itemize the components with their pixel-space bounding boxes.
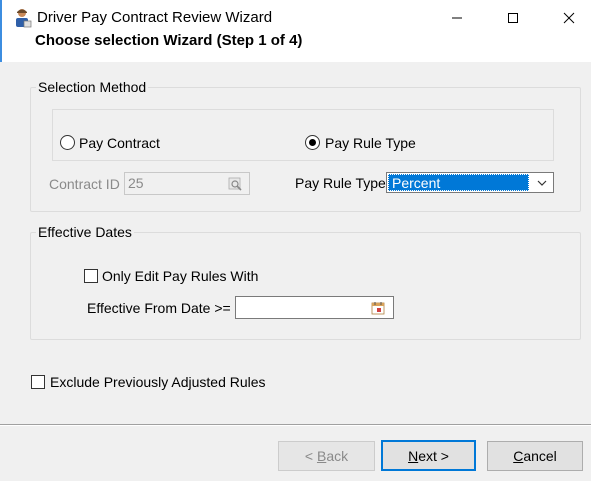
title-bar: Driver Pay Contract Review Wizard Choose…	[0, 0, 591, 62]
wizard-step-title: Choose selection Wizard (Step 1 of 4)	[35, 32, 303, 49]
exclude-adjusted-label[interactable]: Exclude Previously Adjusted Rules	[50, 374, 266, 390]
magnifier-lookup-icon[interactable]	[228, 176, 244, 192]
pay-rule-type-radio[interactable]	[305, 135, 320, 150]
next-button-rest: ext >	[418, 447, 449, 464]
effective-dates-group	[30, 232, 581, 340]
back-button-hotkey: B	[316, 448, 327, 464]
only-edit-label[interactable]: Only Edit Pay Rules With	[102, 268, 258, 284]
window-title: Driver Pay Contract Review Wizard	[37, 9, 273, 26]
minimize-button[interactable]	[434, 0, 480, 36]
close-button[interactable]	[546, 0, 591, 36]
effective-from-date-label: Effective From Date >=	[87, 300, 231, 316]
calendar-icon[interactable]	[370, 300, 386, 316]
footer-separator-highlight	[0, 425, 591, 426]
effective-dates-label: Effective Dates	[36, 224, 134, 240]
pay-rule-type-radio-label[interactable]: Pay Rule Type	[325, 135, 416, 151]
pay-contract-radio[interactable]	[60, 135, 75, 150]
pay-rule-type-label: Pay Rule Type	[295, 175, 386, 191]
back-button-rest: ack	[326, 448, 349, 464]
exclude-adjusted-checkbox[interactable]	[31, 375, 45, 389]
cancel-button-rest: ancel	[523, 448, 557, 464]
pay-rule-type-value: Percent	[388, 174, 529, 191]
pay-rule-type-select[interactable]: Percent	[386, 172, 554, 193]
back-button[interactable]: < Back	[278, 441, 375, 471]
chevron-down-icon[interactable]	[535, 176, 549, 190]
cancel-button[interactable]: Cancel	[487, 441, 583, 471]
pay-contract-radio-label[interactable]: Pay Contract	[79, 135, 160, 151]
back-button-prefix: <	[304, 448, 317, 464]
radio-selected-dot	[309, 139, 316, 146]
close-icon	[563, 12, 575, 24]
contract-id-label: Contract ID	[49, 176, 120, 192]
next-button[interactable]: Next >	[381, 440, 476, 471]
cancel-button-hotkey: C	[513, 448, 524, 464]
next-button-hotkey: N	[408, 447, 419, 464]
driver-person-icon	[14, 8, 32, 28]
maximize-icon	[508, 13, 518, 23]
only-edit-checkbox[interactable]	[84, 269, 98, 283]
selection-method-label: Selection Method	[36, 79, 149, 95]
contract-id-value: 25	[128, 175, 144, 191]
minimize-icon	[452, 17, 462, 19]
maximize-button[interactable]	[490, 0, 536, 36]
